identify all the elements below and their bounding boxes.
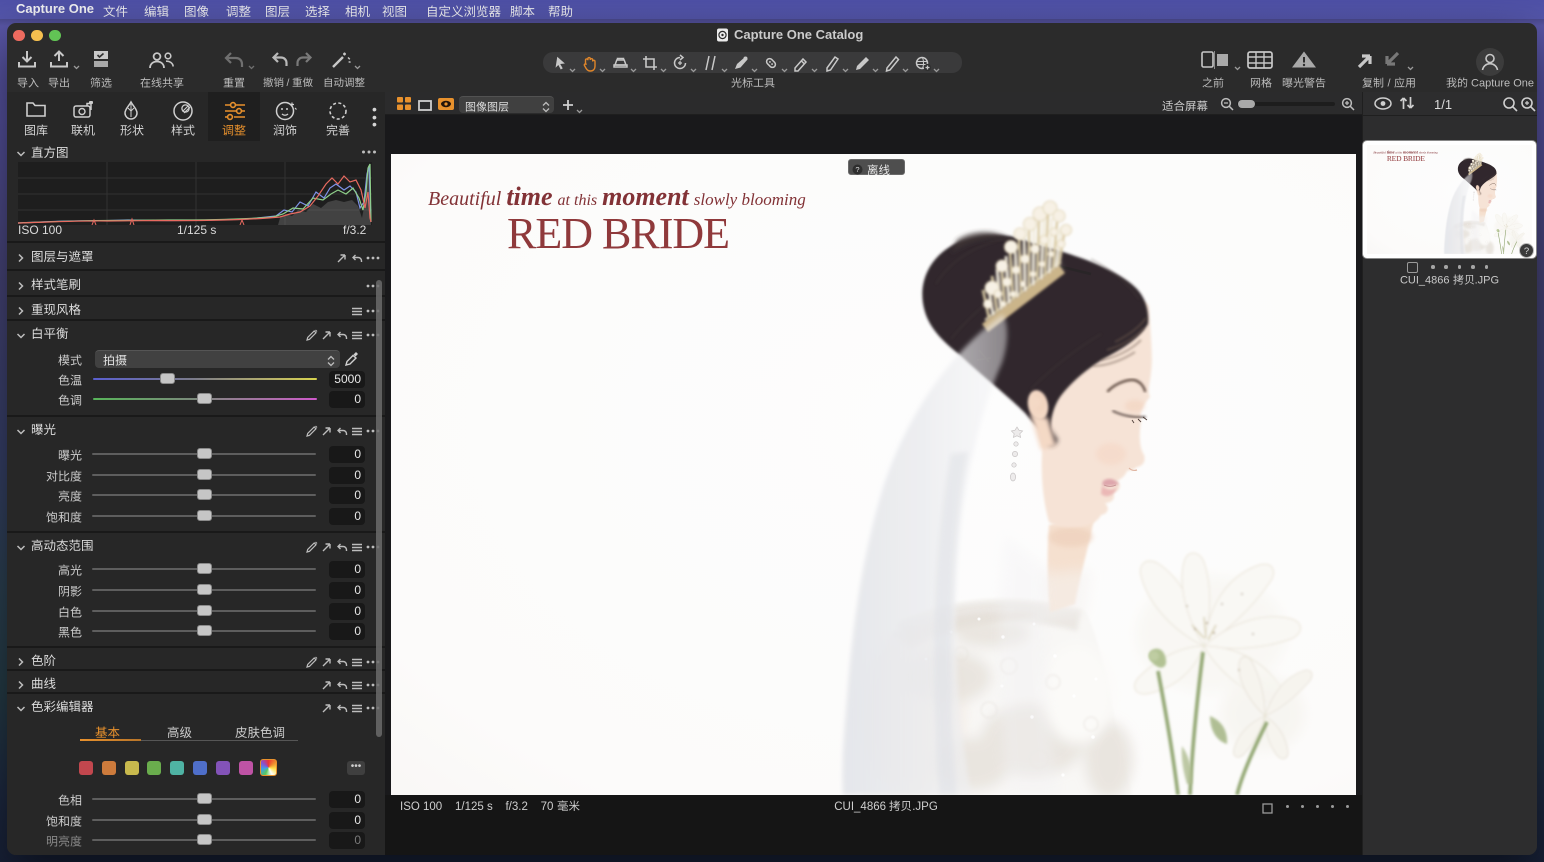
svg-text:?: ?	[1524, 246, 1529, 257]
svg-text:?: ?	[855, 165, 859, 174]
